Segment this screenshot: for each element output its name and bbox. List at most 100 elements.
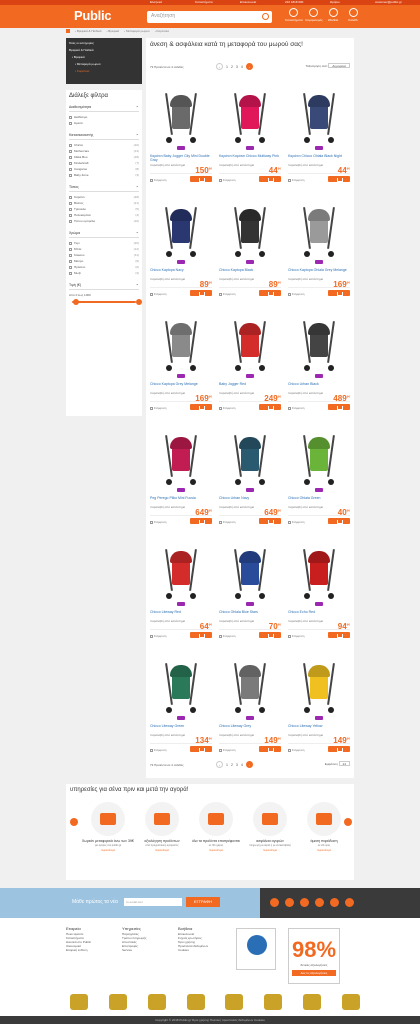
filter-option[interactable]: Πράσινο (6) (69, 265, 139, 269)
add-to-cart-button[interactable] (328, 518, 350, 524)
pagination-page[interactable]: 3 (236, 763, 238, 767)
product-image[interactable] (300, 663, 338, 715)
header-wishlist-button[interactable]: Wishlist (325, 8, 341, 22)
product-card[interactable]: Chicco Kaptopa Black παραλαβή από κατάστη… (219, 204, 281, 318)
price-slider[interactable] (72, 299, 142, 305)
checkbox[interactable] (69, 259, 72, 263)
checkbox[interactable] (150, 748, 153, 752)
category-item[interactable]: Όλες οι κατηγορίες (69, 41, 139, 45)
product-image[interactable] (231, 435, 269, 487)
category-item[interactable]: • Βρεφικά (69, 55, 139, 59)
product-image[interactable] (300, 435, 338, 487)
product-card[interactable]: Chicco Liteway Red παραλαβή από κατάστημα… (150, 546, 212, 660)
compare-checkbox[interactable]: Σύγκριση (219, 520, 235, 524)
footer-link[interactable]: Εταιρική ευθύνη (66, 948, 91, 952)
add-to-cart-button[interactable] (328, 176, 350, 182)
filter-option[interactable]: Baby Zone (3) (69, 173, 139, 177)
checkbox[interactable] (219, 634, 222, 638)
pagination-next[interactable]: › (245, 761, 253, 768)
header-user-button[interactable]: Λογαριασμός (305, 8, 323, 22)
service-more-link[interactable]: περισσότερα (244, 849, 296, 852)
filter-option[interactable]: Mothercare (14) (69, 149, 139, 153)
service-item[interactable]: όλα τα προϊόντα επιστρέφονται σε 30 ημέρε… (190, 802, 242, 852)
pagination-page[interactable]: 1 (226, 763, 228, 767)
product-name[interactable]: Peg Perego Pliko Mini Fucsia (150, 496, 212, 504)
product-card[interactable]: Chicco Kaptopa Grey Melange παραλαβή από … (150, 318, 212, 432)
product-card[interactable]: Baby Jogger Red παραλαβή από κατάστημα 249… (219, 318, 281, 432)
product-image[interactable] (162, 207, 200, 259)
checkbox[interactable] (69, 195, 72, 199)
compare-checkbox[interactable]: Σύγκριση (150, 406, 166, 410)
product-name[interactable]: Καρότσι Καρότσι Chicco Multiway Pink (219, 154, 281, 162)
add-to-cart-button[interactable] (190, 632, 212, 638)
product-card[interactable]: Chicco Urban Black παραλαβή από κατάστημα… (288, 318, 350, 432)
compare-checkbox[interactable]: Σύγκριση (288, 178, 304, 182)
product-image[interactable] (231, 549, 269, 601)
product-card[interactable]: Peg Perego Pliko Mini Fucsia παραλαβή από… (150, 432, 212, 546)
checkbox[interactable] (69, 161, 72, 165)
checkbox[interactable] (69, 121, 72, 125)
product-card[interactable]: Chicco Liteway Grey παραλαβή από κατάστημ… (219, 660, 281, 774)
product-card[interactable]: Καρότσι Chicco Ohlala Black Night παραλαβ… (288, 90, 350, 204)
add-to-cart-button[interactable] (190, 518, 212, 524)
service-more-link[interactable]: περισσότερα (136, 849, 188, 852)
product-name[interactable]: Καρότσι Chicco Ohlala Black Night (288, 154, 350, 162)
filter-option[interactable]: Kikka Boo (18) (69, 155, 139, 159)
checkbox[interactable] (69, 241, 72, 245)
service-item[interactable]: άμεση παράδοση σε 24 ώρες περισσότερα (298, 802, 350, 852)
product-name[interactable]: Chicco Urban Navy (219, 496, 281, 504)
add-to-cart-button[interactable] (259, 290, 281, 296)
product-card[interactable]: Chicco Ohlala Green παραλαβή από κατάστημ… (288, 432, 350, 546)
home-icon[interactable] (66, 29, 70, 33)
product-name[interactable]: Chicco Liteway Yellow (288, 724, 350, 732)
add-to-cart-button[interactable] (190, 176, 212, 182)
product-card[interactable]: Chicco Urban Navy παραλαβή από κατάστημα 6… (219, 432, 281, 546)
filter-option[interactable]: Βόλτας (21) (69, 201, 139, 205)
product-image[interactable] (231, 93, 269, 145)
site-logo[interactable]: Public (74, 8, 112, 23)
compare-checkbox[interactable]: Σύγκριση (219, 748, 235, 752)
checkbox[interactable] (288, 520, 291, 524)
filter-option[interactable]: Cangaroo (8) (69, 167, 139, 171)
product-name[interactable]: Καρότσι Baby Jogger City Mini Double Gra… (150, 154, 212, 162)
compare-checkbox[interactable]: Σύγκριση (288, 520, 304, 524)
pagination-page[interactable]: 3 (236, 65, 238, 69)
pagination-prev[interactable]: ‹ (216, 63, 223, 70)
filter-option[interactable]: Μωβ (3) (69, 271, 139, 275)
service-item[interactable]: αξιολόγηση προϊόντων από πραγματικούς αγο… (136, 802, 188, 852)
add-to-cart-button[interactable] (259, 746, 281, 752)
checkbox[interactable] (69, 167, 72, 171)
product-name[interactable]: Chicco Urban Black (288, 382, 350, 390)
pagination-prev[interactable]: ‹ (216, 761, 223, 768)
product-image[interactable] (162, 663, 200, 715)
category-item[interactable]: Βρεφικά & Παιδικά (69, 48, 139, 52)
checkbox[interactable] (69, 201, 72, 205)
product-image[interactable] (162, 93, 200, 145)
product-name[interactable]: Chicco Echo Red (288, 610, 350, 618)
pagination-page[interactable]: 1 (226, 65, 228, 69)
compare-checkbox[interactable]: Σύγκριση (288, 748, 304, 752)
checkbox[interactable] (288, 178, 291, 182)
filter-group-title[interactable]: Κατασκευαστής ⌃ (69, 133, 139, 140)
pagination-page[interactable]: 4 (241, 65, 243, 69)
search-bar[interactable]: Αναζήτηση (147, 11, 272, 23)
filter-option[interactable]: Άμεσα (69, 121, 139, 125)
checkbox[interactable] (69, 173, 72, 177)
compare-checkbox[interactable]: Σύγκριση (219, 178, 235, 182)
checkbox[interactable] (69, 247, 72, 251)
google-plus-icon[interactable] (285, 898, 294, 907)
compare-checkbox[interactable]: Σύγκριση (150, 634, 166, 638)
sort-select[interactable]: Δημοφιλία (328, 63, 350, 68)
category-item[interactable]: • Καρότσια (69, 69, 139, 73)
checkbox[interactable] (150, 520, 153, 524)
product-image[interactable] (231, 321, 269, 373)
product-image[interactable] (300, 93, 338, 145)
checkbox[interactable] (69, 155, 72, 159)
service-item[interactable]: ασφάλεια αγορών πληρωμή με κάρτα ή με αντ… (244, 802, 296, 852)
checkbox[interactable] (69, 253, 72, 257)
filter-option[interactable]: Kinderkraft (7) (69, 161, 139, 165)
checkbox[interactable] (150, 634, 153, 638)
product-name[interactable]: Chicco Liteway Red (150, 610, 212, 618)
twitter-icon[interactable] (300, 898, 309, 907)
show-control[interactable]: Εμφάνιση 24 (325, 761, 350, 766)
